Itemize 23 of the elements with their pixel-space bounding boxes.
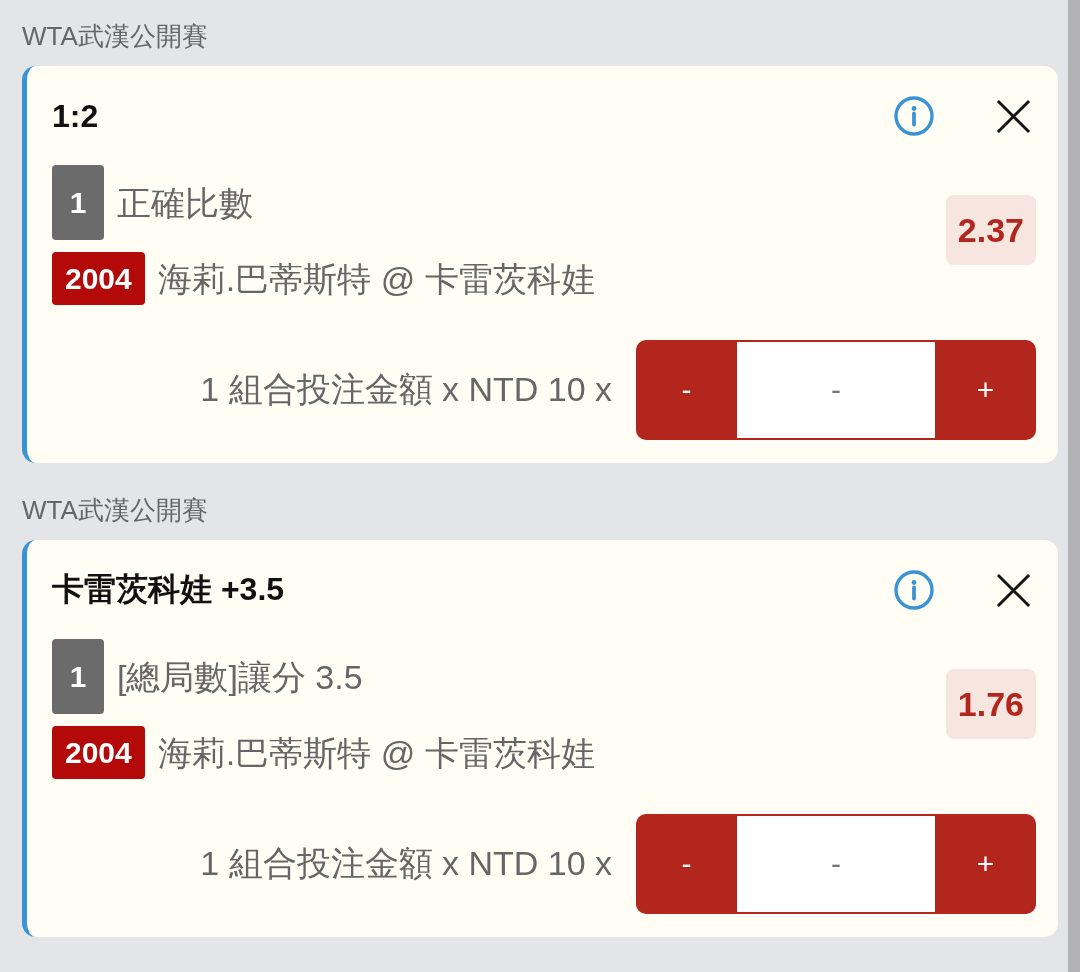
- odds-value: 2.37: [945, 195, 1036, 265]
- odds-value: 1.76: [945, 669, 1036, 739]
- stake-input[interactable]: -: [737, 342, 935, 438]
- close-icon[interactable]: [996, 98, 1031, 134]
- close-icon[interactable]: [996, 572, 1031, 608]
- match-name: 海莉.巴蒂斯特 @ 卡雷茨科娃: [157, 258, 595, 300]
- selection-title: 1:2: [52, 97, 100, 135]
- bet-count-badge: 1: [52, 165, 104, 240]
- market-name: 正確比數: [117, 182, 253, 224]
- competition-name: WTA武漢公開賽: [22, 20, 208, 52]
- info-icon[interactable]: [894, 570, 934, 610]
- stake-input[interactable]: -: [737, 816, 935, 912]
- market-name: [總局數]讓分 3.5: [117, 656, 363, 698]
- event-code-badge: 2004: [52, 252, 145, 305]
- event-code-badge: 2004: [52, 726, 145, 779]
- stake-label: 1 組合投注金額 x NTD 10 x: [200, 843, 612, 884]
- bet-count-badge: 1: [52, 639, 104, 714]
- stake-label: 1 組合投注金額 x NTD 10 x: [200, 369, 612, 410]
- scrollbar[interactable]: [1068, 0, 1080, 972]
- competition-name: WTA武漢公開賽: [22, 494, 208, 526]
- match-name: 海莉.巴蒂斯特 @ 卡雷茨科娃: [157, 732, 595, 774]
- info-icon[interactable]: [894, 96, 934, 136]
- selection-title: 卡雷茨科娃 +3.5: [52, 570, 286, 609]
